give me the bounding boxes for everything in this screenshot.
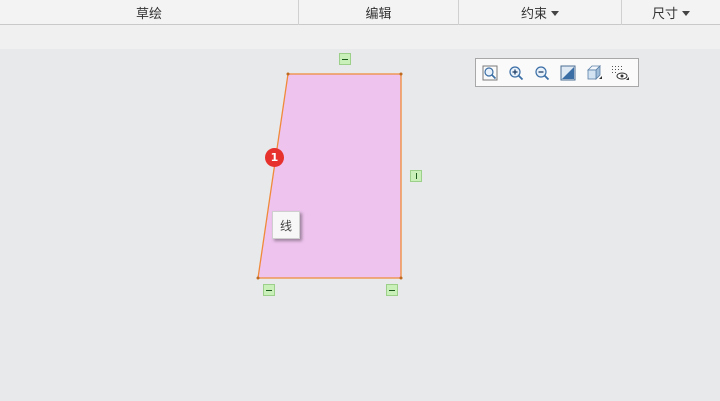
step-badge-number: 1 — [270, 151, 279, 164]
sketch-trapezoid[interactable] — [257, 73, 402, 279]
sketch-display-icon[interactable] — [611, 64, 629, 82]
sketch-vertex[interactable] — [256, 276, 260, 280]
vertical-constraint-icon[interactable] — [410, 170, 422, 182]
horizontal-constraint-icon[interactable] — [339, 53, 351, 65]
view-toolbar — [475, 58, 639, 87]
hover-tooltip: 线 — [272, 211, 300, 239]
display-style-icon[interactable] — [585, 64, 603, 82]
horizontal-constraint-icon[interactable] — [263, 284, 275, 296]
tooltip-text: 线 — [279, 218, 292, 233]
zoom-out-icon[interactable] — [533, 64, 551, 82]
sketch-vertex[interactable] — [399, 72, 403, 76]
step-badge: 1 — [265, 148, 284, 167]
zoom-in-icon[interactable] — [507, 64, 525, 82]
repaint-icon[interactable] — [559, 64, 577, 82]
sketch-vertex[interactable] — [399, 276, 403, 280]
zoom-fit-icon[interactable] — [481, 64, 499, 82]
horizontal-constraint-icon[interactable] — [386, 284, 398, 296]
sketch-vertex[interactable] — [286, 72, 290, 76]
